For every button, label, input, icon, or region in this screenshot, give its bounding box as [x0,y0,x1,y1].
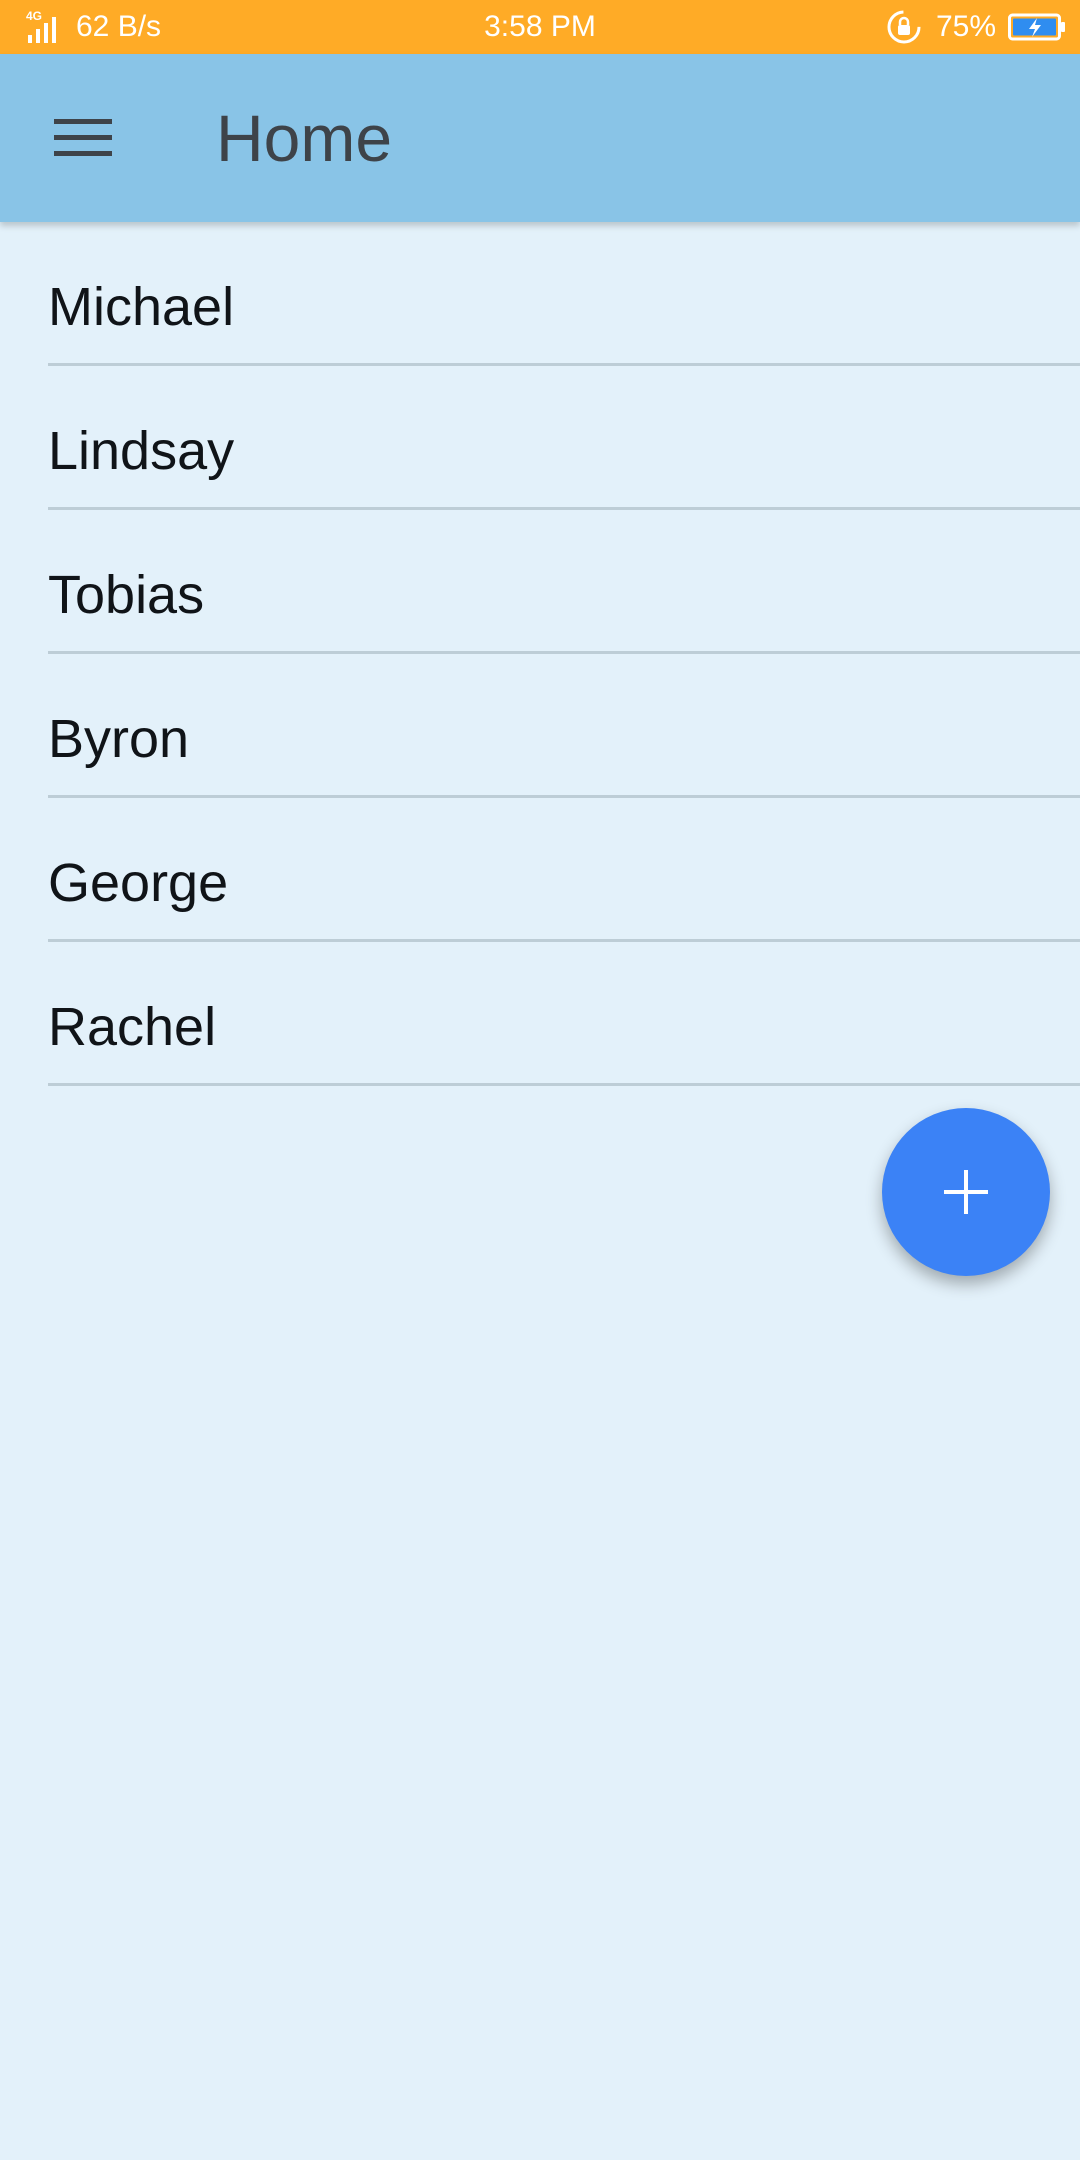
list-item[interactable]: Rachel [48,942,1080,1086]
name-list: Michael Lindsay Tobias Byron George Rach… [0,222,1080,1086]
battery-percent: 75% [935,10,996,43]
list-item[interactable]: Michael [48,222,1080,366]
list-item-label: Rachel [48,997,217,1057]
page-title: Home [216,101,393,175]
status-right: 75% [886,0,1066,54]
hamburger-menu-icon [54,119,112,156]
signal-icon: 4G [14,7,66,47]
battery-charging-icon [1008,13,1065,41]
status-bar: 4G 62 B/s 3:58 PM 75% [0,0,1080,54]
list-item-label: George [48,853,229,913]
list-item-label: Michael [48,277,235,337]
plus-icon [944,1170,988,1214]
list-item-label: Tobias [48,565,205,625]
list-item-label: Byron [48,709,190,769]
status-left: 4G 62 B/s [14,0,161,54]
add-button[interactable] [882,1108,1050,1276]
list-item[interactable]: Lindsay [48,366,1080,510]
list-item-label: Lindsay [48,421,235,481]
net-speed: 62 B/s [76,10,162,43]
list-item[interactable]: Tobias [48,510,1080,654]
list-item[interactable]: Byron [48,654,1080,798]
rotation-lock-icon [887,10,921,44]
app-bar: Home [0,54,1080,222]
menu-button[interactable] [40,100,126,176]
list-item[interactable]: George [48,798,1080,942]
